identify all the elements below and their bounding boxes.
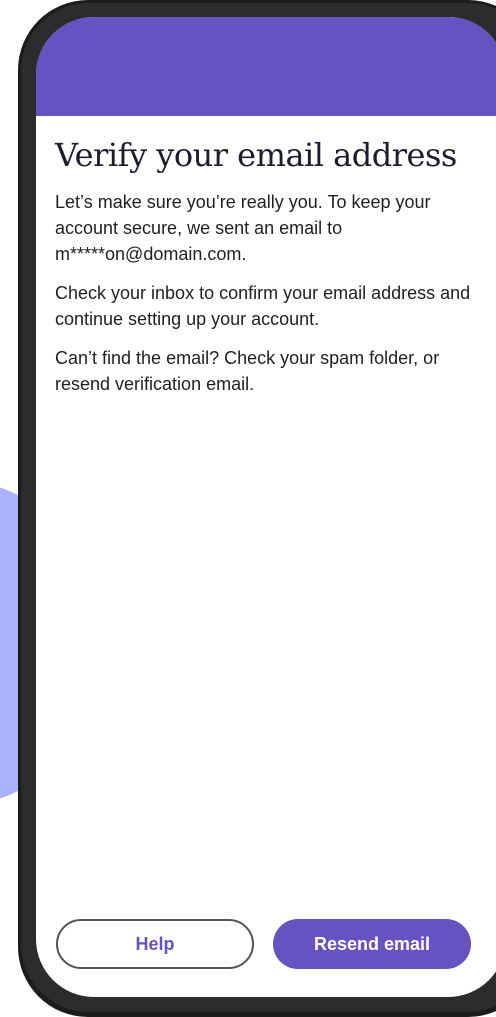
- phone-screen: Verify your email address Let’s make sur…: [36, 17, 496, 997]
- header-bar: [36, 17, 496, 116]
- page-title: Verify your email address: [55, 136, 457, 174]
- help-button[interactable]: Help: [56, 919, 254, 969]
- spam-paragraph: Can’t find the email? Check your spam fo…: [55, 348, 440, 394]
- resend-email-button[interactable]: Resend email: [273, 919, 471, 969]
- intro-paragraph: Let’s make sure you’re really you. To ke…: [55, 192, 431, 264]
- verify-content: Verify your email address Let’s make sur…: [55, 135, 475, 397]
- button-row: Help Resend email: [56, 919, 472, 973]
- stage: Verify your email address Let’s make sur…: [0, 0, 496, 1017]
- inbox-paragraph: Check your inbox to confirm your email a…: [55, 283, 471, 329]
